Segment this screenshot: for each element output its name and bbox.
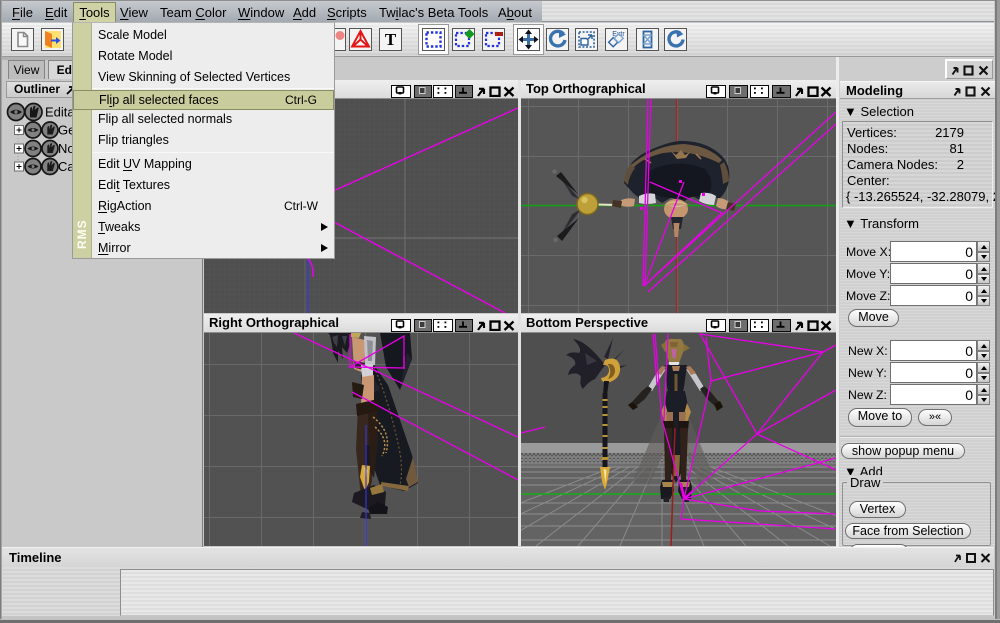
svg-text:T: T bbox=[385, 30, 397, 49]
